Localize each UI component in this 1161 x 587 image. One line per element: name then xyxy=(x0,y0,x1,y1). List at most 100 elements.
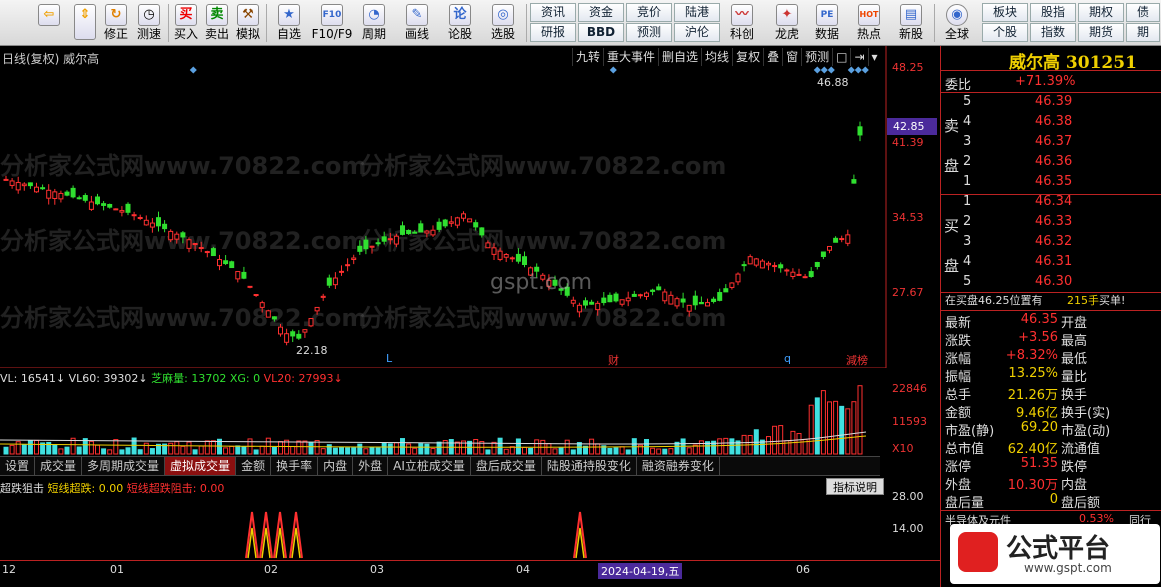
stock-pick-label: 选股 xyxy=(490,27,515,41)
event-mark[interactable]: 減榜 xyxy=(846,352,868,368)
grid-research[interactable]: 研报 xyxy=(530,23,576,42)
simulate-button[interactable]: ⚒ 模拟 xyxy=(233,2,263,44)
indicator-tab[interactable]: 融资融券变化 xyxy=(637,457,720,475)
indicator-chart[interactable] xyxy=(0,494,880,560)
volume-bar xyxy=(58,448,64,455)
candle-body xyxy=(503,254,509,258)
period-button[interactable]: ◔ 周期 xyxy=(356,2,392,44)
indicator-tab[interactable]: 外盘 xyxy=(353,457,389,475)
indicator-tab[interactable]: 成交量 xyxy=(35,457,83,475)
stat-label: 总手 xyxy=(945,388,972,403)
candle-body xyxy=(686,304,692,312)
candle-body xyxy=(3,178,9,181)
hot-button[interactable]: HOT 热点 xyxy=(852,2,886,44)
watchlist-button[interactable]: ★ 自选 xyxy=(271,2,307,44)
indicator-tab[interactable]: 换手率 xyxy=(271,457,319,475)
volume-bar xyxy=(192,449,198,455)
volume-bar xyxy=(424,443,430,455)
indicator-tab[interactable]: 内盘 xyxy=(318,457,354,475)
grid-options[interactable]: 期权 xyxy=(1078,3,1124,22)
indicator-tab[interactable]: 设置 xyxy=(0,457,36,475)
tab-overlay[interactable]: 叠 xyxy=(763,48,782,66)
fix-button[interactable]: ↻ 修正 xyxy=(100,2,132,44)
event-mark[interactable]: q xyxy=(784,352,791,365)
volume-bar xyxy=(204,440,210,455)
grid-news[interactable]: 资讯 xyxy=(530,3,576,22)
stock-pick-icon: ◎ xyxy=(492,4,514,26)
lock-icon[interactable]: □ xyxy=(832,48,850,66)
level-price: 46.34 xyxy=(1035,194,1073,209)
sell-button[interactable]: 卖 卖出 xyxy=(202,2,232,44)
new-stock-button[interactable]: ▤ 新股 xyxy=(894,2,928,44)
hot-label: 热点 xyxy=(856,27,881,41)
grid-capital[interactable]: 资金 xyxy=(578,3,624,22)
volume-bar xyxy=(387,443,393,455)
tab-window[interactable]: 窗 xyxy=(782,48,801,66)
level-number: 2 xyxy=(963,154,972,169)
volume-bar xyxy=(210,440,216,455)
grid-indices[interactable]: 指数 xyxy=(1030,23,1076,42)
tab-nine-turn[interactable]: 九转 xyxy=(572,48,603,66)
stat-label: 市盈(动) xyxy=(1061,424,1111,439)
indicator-tab[interactable]: 陆股通持股变化 xyxy=(542,457,637,475)
candle-body xyxy=(448,221,454,224)
grid-auction[interactable]: 竞价 xyxy=(626,3,672,22)
grid-bbd[interactable]: BBD xyxy=(578,23,624,42)
price-axis-label: 27.67 xyxy=(892,286,924,299)
grid-bonds[interactable]: 债 xyxy=(1126,3,1160,22)
volume-bar xyxy=(113,439,119,455)
stat-label: 最新 xyxy=(945,316,972,331)
tab-moving-average[interactable]: 均线 xyxy=(701,48,732,66)
kechuang-button[interactable]: 〰 科创 xyxy=(726,2,758,44)
candle-body xyxy=(589,301,595,305)
grid-futures-2[interactable]: 期 xyxy=(1126,23,1160,42)
volume-bar xyxy=(326,444,332,455)
event-diamond xyxy=(820,66,828,74)
draw-line-button[interactable]: ✎ 画线 xyxy=(398,2,436,44)
tab-adjust[interactable]: 复权 xyxy=(732,48,763,66)
event-mark[interactable]: L xyxy=(386,352,392,365)
global-button[interactable]: ◉ 全球 xyxy=(938,2,976,44)
candle-body xyxy=(705,302,710,307)
f10-button[interactable]: F10 F10/F9 xyxy=(310,2,354,44)
tab-forecast[interactable]: 预测 xyxy=(801,48,832,66)
indicator-tab[interactable]: 多周期成交量 xyxy=(82,457,166,475)
kline-chart[interactable] xyxy=(0,46,940,368)
stock-pick-button[interactable]: ◎ 选股 xyxy=(484,2,522,44)
candle-body xyxy=(162,223,168,230)
volume-bar xyxy=(857,385,863,455)
tab-major-events[interactable]: 重大事件 xyxy=(603,48,658,66)
speed-test-button[interactable]: ◷ 测速 xyxy=(134,2,164,44)
candle-body xyxy=(522,256,527,266)
grid-index-futures[interactable]: 股指 xyxy=(1030,3,1076,22)
tab-remove-watch[interactable]: 删自选 xyxy=(658,48,701,66)
chart-area[interactable]: 分析家公式网www.70822.com 分析家公式网www.70822.com … xyxy=(0,46,940,587)
grid-forecast[interactable]: 预测 xyxy=(626,23,672,42)
indicator-tab[interactable]: 金额 xyxy=(236,457,272,475)
forum-button[interactable]: 论 论股 xyxy=(442,2,478,44)
candle-body xyxy=(772,265,778,268)
data-button[interactable]: PE 数据 xyxy=(810,2,844,44)
jump-end-icon[interactable]: ⇥ xyxy=(850,48,867,66)
volume-bar xyxy=(729,438,735,455)
chevron-down-icon[interactable]: ▾ xyxy=(867,48,881,66)
volume-bar xyxy=(278,441,283,455)
candle-body xyxy=(753,258,759,266)
grid-sector[interactable]: 板块 xyxy=(982,3,1028,22)
grid-hk-connect[interactable]: 陆港 xyxy=(674,3,720,22)
indicator-tab[interactable]: 盘后成交量 xyxy=(471,457,542,475)
indicator-tab[interactable]: 虚拟成交量 xyxy=(165,457,237,475)
volume-bar xyxy=(369,447,375,455)
buy-button[interactable]: 买 买入 xyxy=(171,2,201,44)
indicator-tab[interactable]: AI立桩成交量 xyxy=(388,457,471,475)
dragon-tiger-button[interactable]: ✦ 龙虎 xyxy=(770,2,804,44)
event-mark[interactable]: 财 xyxy=(608,352,619,368)
back-button[interactable]: ⇦ xyxy=(34,2,64,44)
grid-shanghai-london[interactable]: 沪伦 xyxy=(674,23,720,42)
volume-chart[interactable] xyxy=(0,382,880,455)
indicator-help-button[interactable]: 指标说明 xyxy=(826,478,884,495)
grid-stocks[interactable]: 个股 xyxy=(982,23,1028,42)
hot-icon: HOT xyxy=(858,4,880,26)
up-down-button[interactable]: ⇕ xyxy=(72,2,98,44)
grid-futures[interactable]: 期货 xyxy=(1078,23,1124,42)
